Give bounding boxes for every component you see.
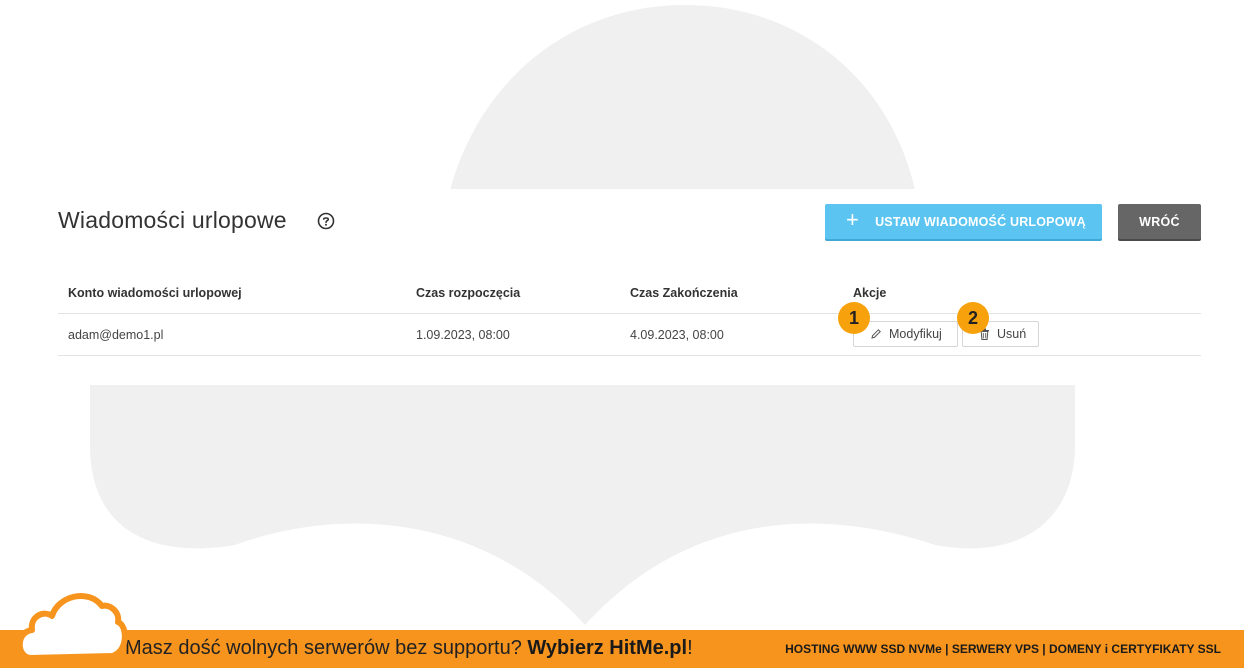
column-header-end: Czas Zakończenia: [630, 286, 738, 300]
footer-slogan-lead: Masz dość wolnych serwerów bez supportu?: [125, 637, 528, 659]
cell-end: 4.09.2023, 08:00: [630, 328, 724, 342]
cell-account: adam@demo1.pl: [68, 328, 164, 342]
plus-icon: +: [846, 207, 860, 232]
back-button[interactable]: WRÓĆ: [1118, 204, 1201, 239]
footer-services: HOSTING WWW SSD NVMe | SERWERY VPS | DOM…: [785, 642, 1221, 656]
help-icon[interactable]: [317, 212, 335, 230]
vacation-messages-panel: Wiadomości urlopowe + USTAW WIADOMOŚĆ UR…: [40, 189, 1208, 385]
column-header-actions: Akcje: [853, 286, 887, 300]
cloud-logo-icon: [16, 593, 128, 660]
background-top-shape: [450, 5, 915, 190]
set-vacation-message-button[interactable]: + USTAW WIADOMOŚĆ URLOPOWĄ: [825, 204, 1102, 239]
column-header-account: Konto wiadomości urlopowej: [68, 286, 242, 300]
background-bottom-shape: [90, 385, 1075, 625]
header-divider: [58, 313, 1201, 314]
page-title: Wiadomości urlopowe: [58, 207, 287, 233]
row-divider: [58, 355, 1201, 356]
callout-badge-1: 1: [838, 302, 870, 334]
edit-button[interactable]: Modyfikuj: [853, 321, 958, 347]
callout-badge-2: 2: [957, 302, 989, 334]
set-vacation-message-label: USTAW WIADOMOŚĆ URLOPOWĄ: [875, 214, 1086, 229]
footer-brand: Wybierz HitMe.pl: [527, 637, 688, 659]
edit-label: Modyfikuj: [889, 327, 942, 341]
screen: Wiadomości urlopowe + USTAW WIADOMOŚĆ UR…: [0, 0, 1244, 668]
footer-slogan: Masz dość wolnych serwerów bez supportu?…: [125, 637, 693, 660]
column-header-start: Czas rozpoczęcia: [416, 286, 521, 300]
delete-label: Usuń: [997, 327, 1027, 341]
pencil-icon: [871, 329, 881, 339]
footer-slogan-end: !: [687, 637, 693, 659]
cell-start: 1.09.2023, 08:00: [416, 328, 510, 342]
footer-banner[interactable]: Masz dość wolnych serwerów bez supportu?…: [0, 630, 1244, 668]
